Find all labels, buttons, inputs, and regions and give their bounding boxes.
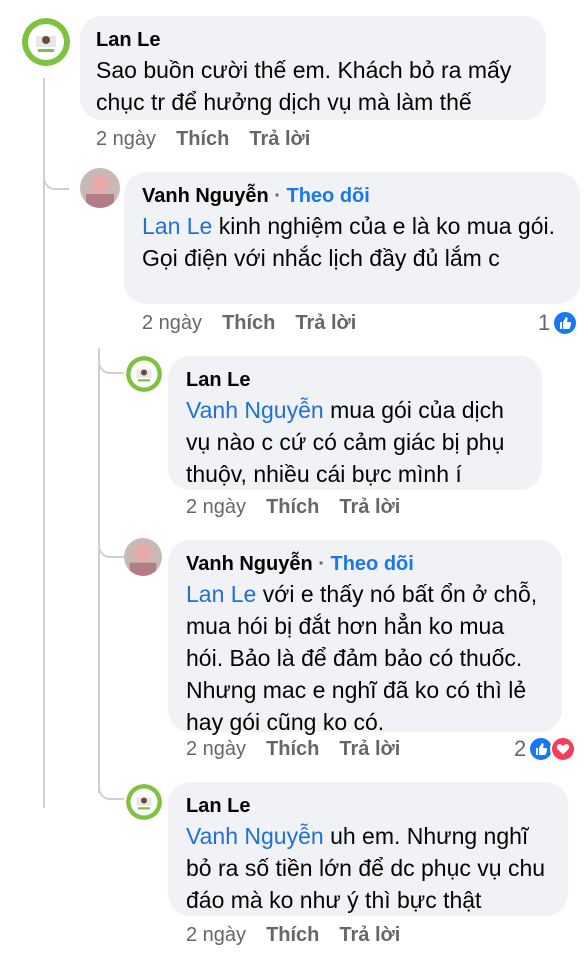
reply-button[interactable]: Trả lời [339, 924, 400, 946]
thread-connector [43, 168, 69, 190]
comment-bubble: Vanh Nguyễn · Theo dõi Lan Le kinh nghiệ… [124, 172, 580, 304]
author-name[interactable]: Vanh Nguyễn [186, 553, 313, 575]
mention-link[interactable]: Vanh Nguyễn [186, 397, 324, 423]
lan-le-avatar[interactable] [126, 356, 162, 392]
reply-button[interactable]: Trả lời [339, 738, 400, 760]
reply-button[interactable]: Trả lời [339, 496, 400, 518]
timestamp[interactable]: 2 ngày [96, 128, 156, 150]
timestamp[interactable]: 2 ngày [186, 496, 246, 518]
reaction-summary[interactable]: 1 [538, 310, 579, 336]
comment-bubble: Lan Le Sao buồn cười thế em. Khách bỏ ra… [80, 16, 546, 120]
thread-connector [98, 352, 124, 374]
lan-le-avatar[interactable] [126, 784, 162, 820]
follow-link[interactable]: Theo dõi [287, 185, 370, 207]
comment-meta: 2 ngày Thích Trả lời [96, 128, 330, 151]
thread-connector [98, 778, 124, 800]
comment-bubble: Lan Le Vanh Nguyễn mua gói của dịch vụ n… [168, 356, 542, 490]
timestamp[interactable]: 2 ngày [186, 924, 246, 946]
reply-button[interactable]: Trả lời [295, 312, 356, 334]
vanh-avatar[interactable] [124, 538, 162, 576]
author-name[interactable]: Lan Le [186, 368, 524, 392]
mention-link[interactable]: Lan Le [142, 213, 212, 239]
vanh-avatar[interactable] [80, 168, 120, 208]
like-button[interactable]: Thích [266, 738, 319, 760]
author-line: Vanh Nguyễn · Theo dõi [142, 184, 562, 208]
thread-line-nested [98, 348, 100, 793]
reaction-count: 1 [538, 310, 551, 335]
author-line: Vanh Nguyễn · Theo dõi [186, 552, 544, 576]
comment-meta: 2 ngày Thích Trả lời [142, 312, 376, 335]
comment-bubble: Vanh Nguyễn · Theo dõi Lan Le với e thấy… [168, 540, 562, 735]
follow-link[interactable]: Theo dõi [331, 553, 414, 575]
thread-line [43, 78, 45, 808]
author-name[interactable]: Lan Le [96, 28, 530, 52]
comment-bubble: Lan Le Vanh Nguyễn uh em. Nhưng nghĩ bỏ … [168, 782, 568, 916]
comment-text: Lan Le kinh nghiệm của e là ko mua gói. … [142, 210, 562, 274]
love-reaction-icon [550, 736, 577, 762]
separator: · [274, 185, 281, 207]
reaction-summary[interactable]: 2 [514, 736, 577, 762]
like-button[interactable]: Thích [176, 128, 229, 150]
comment-meta: 2 ngày Thích Trả lời [186, 924, 420, 947]
comment-text: Vanh Nguyễn mua gói của dịch vụ nào c cứ… [186, 394, 524, 490]
reply-button[interactable]: Trả lời [249, 128, 310, 150]
like-button[interactable]: Thích [222, 312, 275, 334]
like-button[interactable]: Thích [266, 496, 319, 518]
separator: · [318, 553, 325, 575]
thread-connector [98, 536, 124, 558]
lan-le-avatar[interactable] [22, 18, 70, 66]
reaction-count: 2 [514, 736, 527, 761]
comment-text: Sao buồn cười thế em. Khách bỏ ra mấy ch… [96, 57, 512, 115]
timestamp[interactable]: 2 ngày [186, 738, 246, 760]
author-name[interactable]: Vanh Nguyễn [142, 185, 269, 207]
mention-link[interactable]: Vanh Nguyễn [186, 823, 324, 849]
author-name[interactable]: Lan Le [186, 794, 550, 818]
comment-meta: 2 ngày Thích Trả lời [186, 496, 420, 519]
comment-meta: 2 ngày Thích Trả lời [186, 738, 420, 761]
like-button[interactable]: Thích [266, 924, 319, 946]
comment-text: Vanh Nguyễn uh em. Nhưng nghĩ bỏ ra số t… [186, 820, 550, 916]
timestamp[interactable]: 2 ngày [142, 312, 202, 334]
like-reaction-icon [552, 310, 579, 336]
mention-link[interactable]: Lan Le [186, 581, 256, 607]
comment-text: Lan Le với e thấy nó bất ổn ở chỗ, mua h… [186, 578, 544, 738]
